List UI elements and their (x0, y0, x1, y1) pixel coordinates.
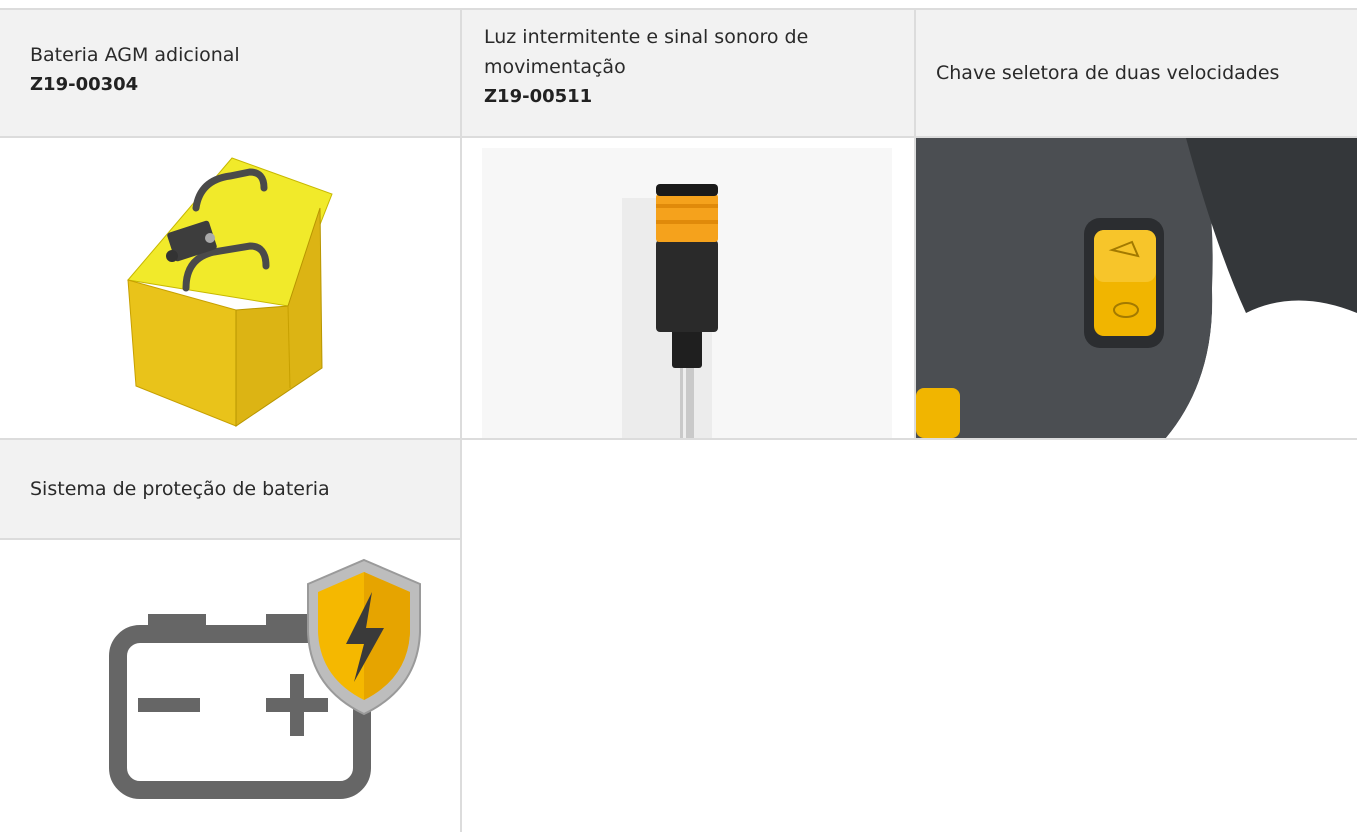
item-title-agm-battery: Bateria AGM adicional (30, 44, 240, 66)
image-cell-speed-selector (916, 138, 1357, 440)
item-title-battery-protection: Sistema de proteção de bateria (30, 478, 330, 500)
signal-tower-light-icon (482, 148, 892, 438)
header-cell-battery-protection: Sistema de proteção de bateria (0, 440, 462, 540)
header-cell-signal-light: Luz intermitente e sinal sonoro de movim… (462, 10, 916, 138)
image-cell-signal-light (462, 138, 916, 440)
battery-box-icon (127, 157, 333, 427)
speed-selector-switch-icon (916, 138, 1357, 438)
header-cell-agm-battery: Bateria AGM adicional Z19-00304 (0, 10, 462, 138)
accessories-table: Bateria AGM adicional Z19-00304 Luz inte… (0, 0, 1357, 832)
image-cell-battery-protection (0, 540, 462, 832)
image-cell-agm-battery (0, 138, 462, 440)
item-title-signal-light: Luz intermitente e sinal sonoro de movim… (484, 26, 809, 78)
item-code-signal-light: Z19-00511 (484, 86, 593, 107)
header-cell-speed-selector: Chave seletora de duas velocidades (916, 10, 1357, 138)
battery-protection-shield-icon (109, 558, 421, 799)
item-title-speed-selector: Chave seletora de duas velocidades (936, 62, 1280, 84)
item-code-agm-battery: Z19-00304 (30, 74, 139, 95)
